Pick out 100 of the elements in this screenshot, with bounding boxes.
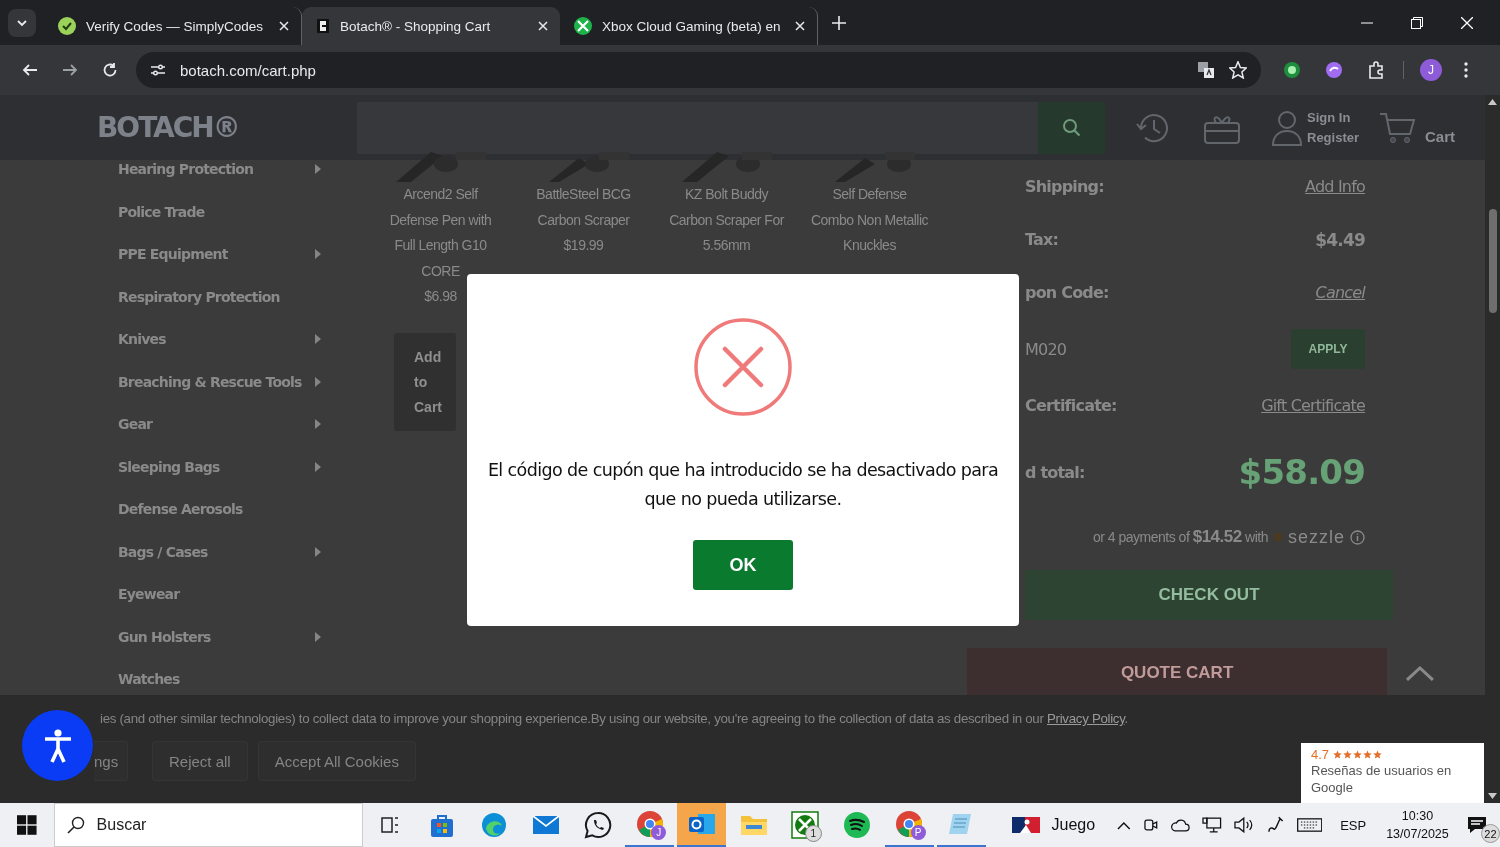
league-logo-icon bbox=[1011, 817, 1040, 833]
notification-center-button[interactable]: 22 bbox=[1466, 807, 1500, 843]
start-icon[interactable] bbox=[17, 815, 37, 835]
tab-search-button[interactable] bbox=[8, 8, 36, 37]
scroll-down-icon[interactable] bbox=[1488, 793, 1497, 799]
taskbar-app[interactable]: P bbox=[884, 803, 934, 847]
profile-avatar[interactable]: J bbox=[1420, 59, 1442, 81]
sign-in-link[interactable]: Sign In bbox=[1307, 107, 1360, 128]
bookmark-star-icon[interactable] bbox=[1229, 61, 1247, 79]
taskbar-app[interactable]: 1 bbox=[781, 803, 830, 847]
restore-icon[interactable] bbox=[1411, 16, 1423, 29]
clock-date: 13/07/2025 bbox=[1386, 826, 1449, 843]
category-link[interactable]: Gun Holsters bbox=[118, 626, 333, 647]
camera-icon[interactable] bbox=[1142, 817, 1159, 833]
cookie-button[interactable]: Accept All Cookies bbox=[257, 741, 416, 781]
grand-total: $58.09 bbox=[1238, 452, 1365, 492]
cancel-link[interactable]: Cancel bbox=[1315, 283, 1365, 302]
notification-count: 22 bbox=[1481, 824, 1500, 843]
cookie-button[interactable]: ngs bbox=[94, 741, 128, 781]
translate-icon[interactable] bbox=[1197, 61, 1215, 79]
url-text: botach.com/cart.php bbox=[180, 61, 316, 79]
search-button[interactable] bbox=[1038, 101, 1105, 154]
folder-icon bbox=[739, 813, 768, 837]
category-link[interactable]: Respiratory Protection bbox=[118, 286, 333, 307]
register-link[interactable]: Register bbox=[1307, 127, 1360, 148]
network-icon[interactable] bbox=[1202, 816, 1222, 834]
info-icon[interactable] bbox=[1350, 529, 1365, 545]
browser-icon bbox=[481, 812, 508, 838]
extension-icon[interactable] bbox=[1325, 61, 1343, 79]
close-icon[interactable] bbox=[795, 21, 805, 31]
chevron-up-icon[interactable] bbox=[1117, 820, 1131, 830]
ok-button[interactable]: OK bbox=[693, 540, 793, 590]
category-link[interactable]: Gear bbox=[118, 414, 333, 434]
pen-icon[interactable] bbox=[1265, 815, 1285, 835]
product-name[interactable]: Arcend2 Self Defense Pen with Full Length G10 CORE bbox=[380, 182, 501, 284]
taskbar-clock[interactable]: 10:30 13/07/2025 bbox=[1386, 807, 1449, 843]
site-logo-icon bbox=[316, 18, 330, 34]
taskbar-app[interactable]: J bbox=[625, 803, 675, 847]
summary-link[interactable]: Add Info bbox=[1305, 177, 1365, 196]
checkout-button[interactable]: CHECK OUT bbox=[1025, 570, 1393, 620]
back-icon[interactable] bbox=[22, 62, 38, 78]
product-name[interactable]: Self Defense Combo Non Metallic Knuckles bbox=[809, 182, 930, 259]
reload-icon[interactable] bbox=[102, 62, 118, 78]
volume-icon[interactable] bbox=[1233, 817, 1254, 833]
tab-title: Botach® - Shopping Cart bbox=[340, 18, 492, 34]
search-icon bbox=[66, 816, 85, 834]
category-link[interactable]: Defense Aerosols bbox=[118, 499, 333, 519]
close-icon[interactable] bbox=[538, 21, 548, 31]
category-link[interactable]: Eyewear bbox=[118, 584, 333, 604]
menu-icon[interactable] bbox=[1464, 62, 1468, 78]
category-link[interactable]: Breaching & Rescue Tools bbox=[118, 371, 333, 392]
clock-time: 10:30 bbox=[1401, 808, 1434, 825]
coupon-input[interactable]: M020 bbox=[1025, 329, 1225, 369]
cloud-icon[interactable] bbox=[1170, 818, 1191, 832]
product-name[interactable]: BattleSteel BCG Carbon Scraper bbox=[523, 182, 644, 233]
tax-amount: $4.49 bbox=[1315, 229, 1365, 250]
address-bar[interactable]: botach.com/cart.php bbox=[136, 52, 1261, 88]
summary-label: Tax: bbox=[1025, 230, 1059, 249]
category-link[interactable]: Sleeping Bags bbox=[118, 456, 333, 477]
widget-label: Juego bbox=[1051, 816, 1096, 834]
add-to-cart-button[interactable]: Add to Cart bbox=[394, 333, 456, 431]
apply-button[interactable]: APPLY bbox=[1291, 329, 1365, 369]
cookie-notice: ies (and other similar technologies) to collect data to improve your shopping experience.By using our website, you're agreeing to the collection of data as described in our Privacy Policy. bbox=[100, 711, 1129, 726]
privacy-policy-link[interactable]: Privacy Policy bbox=[1047, 711, 1125, 726]
quote-cart-button[interactable]: QUOTE CART bbox=[967, 648, 1388, 698]
scroll-up-icon[interactable] bbox=[1488, 99, 1497, 105]
extension-icon[interactable] bbox=[1283, 61, 1301, 79]
rating-value: 4.7 bbox=[1311, 747, 1330, 762]
new-tab-icon[interactable] bbox=[832, 15, 846, 30]
keyboard-icon[interactable] bbox=[1296, 818, 1323, 832]
category-link[interactable]: PPE Equipment bbox=[118, 244, 333, 264]
language-indicator[interactable]: ESP bbox=[1340, 817, 1367, 833]
reviews-badge[interactable]: 4.7 Reseñas de usuarios en Google bbox=[1301, 743, 1484, 803]
category-link[interactable]: Watches bbox=[118, 669, 333, 689]
category-link[interactable]: Police Trade bbox=[118, 201, 333, 222]
close-icon[interactable] bbox=[279, 21, 289, 31]
site-settings-icon[interactable] bbox=[150, 62, 166, 78]
summary-link[interactable]: Gift Certificate bbox=[1261, 396, 1365, 415]
taskbar-widget[interactable]: Juego bbox=[1011, 816, 1096, 834]
cookie-button[interactable]: Reject all bbox=[152, 741, 248, 781]
dialog-message: El código de cupón que ha introducido se ha desactivado para que no pueda utilizarse. bbox=[486, 459, 1000, 511]
scroll-to-top-icon[interactable] bbox=[1405, 665, 1435, 681]
cart-link[interactable]: Cart bbox=[1425, 128, 1456, 145]
category-link[interactable]: Bags / Cases bbox=[118, 541, 333, 562]
scrollbar-thumb[interactable] bbox=[1488, 209, 1497, 313]
summary-label: d total: bbox=[1025, 462, 1085, 482]
category-link[interactable]: Knives bbox=[118, 329, 333, 349]
summary-label: Certificate: bbox=[1025, 396, 1117, 415]
product-name[interactable]: KZ Bolt Buddy Carbon Scraper For 5.56mm bbox=[666, 182, 787, 259]
puzzle-icon[interactable] bbox=[1367, 61, 1385, 79]
category-link[interactable]: Hearing Protection bbox=[118, 159, 333, 179]
browser-tab[interactable]: Botach® - Shopping Cart bbox=[302, 7, 560, 45]
tab-title: Verify Codes — SimplyCodes bbox=[86, 18, 265, 34]
site-logo[interactable]: BOTACH® bbox=[97, 111, 337, 144]
summary-label: pon Code: bbox=[1025, 283, 1109, 302]
forward-icon[interactable] bbox=[62, 62, 78, 78]
music-icon bbox=[843, 811, 872, 839]
product-price: $6.98 bbox=[424, 287, 457, 306]
taskbar-search-field[interactable]: Buscar bbox=[53, 803, 363, 847]
app-badge: J bbox=[651, 825, 667, 840]
